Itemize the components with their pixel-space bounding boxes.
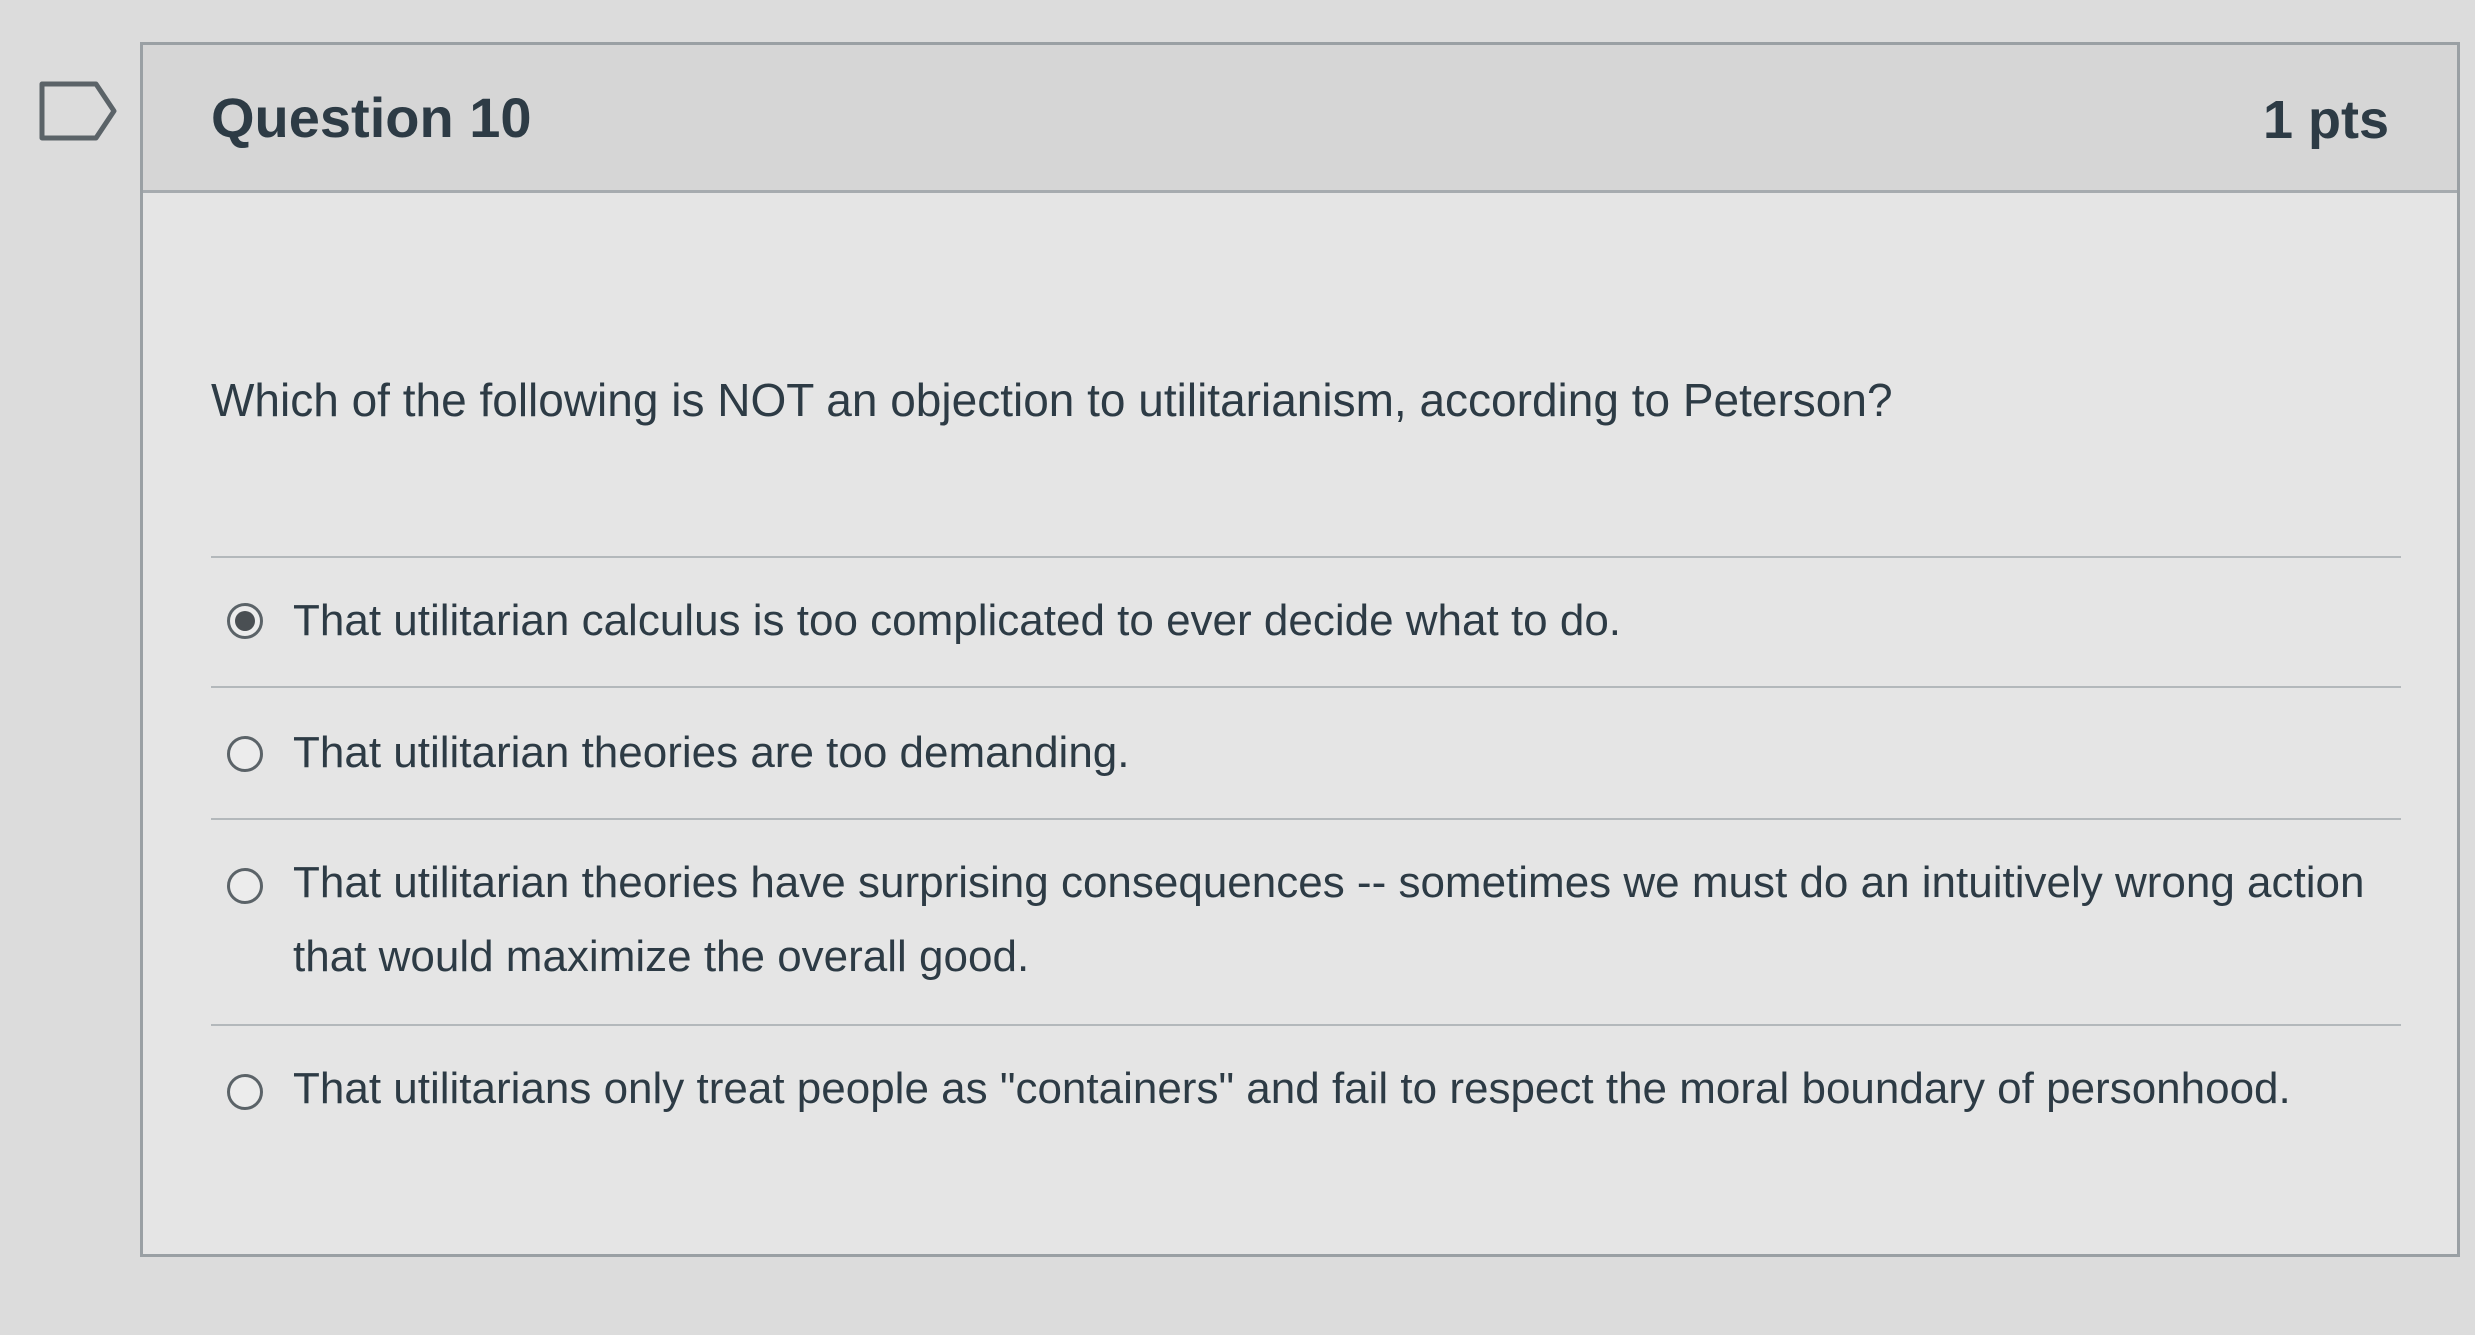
radio-button[interactable] [227,868,263,904]
answer-label[interactable]: That utilitarians only treat people as "… [293,1052,2381,1126]
radio-button[interactable] [227,1074,263,1110]
flag-question-icon[interactable] [38,80,118,142]
question-card: Question 10 1 pts Which of the following… [140,42,2460,1257]
answer-option[interactable]: That utilitarians only treat people as "… [211,1024,2401,1230]
radio-button-selected[interactable] [227,603,263,639]
question-header: Question 10 1 pts [143,45,2457,193]
answer-option[interactable]: That utilitarian theories have surprisin… [211,818,2401,1024]
question-points: 1 pts [2262,90,2389,150]
answer-option[interactable]: That utilitarian theories are too demand… [211,686,2401,818]
radio-button[interactable] [227,736,263,772]
answer-option[interactable]: That utilitarian calculus is too complic… [211,556,2401,686]
answer-label[interactable]: That utilitarian theories have surprisin… [293,846,2381,994]
question-text: Which of the following is NOT an objecti… [211,374,1893,426]
question-title: Question 10 [211,86,532,149]
answer-label[interactable]: That utilitarian calculus is too complic… [293,584,2381,658]
answer-list: That utilitarian calculus is too complic… [211,556,2401,1230]
answer-label[interactable]: That utilitarian theories are too demand… [293,716,2381,790]
